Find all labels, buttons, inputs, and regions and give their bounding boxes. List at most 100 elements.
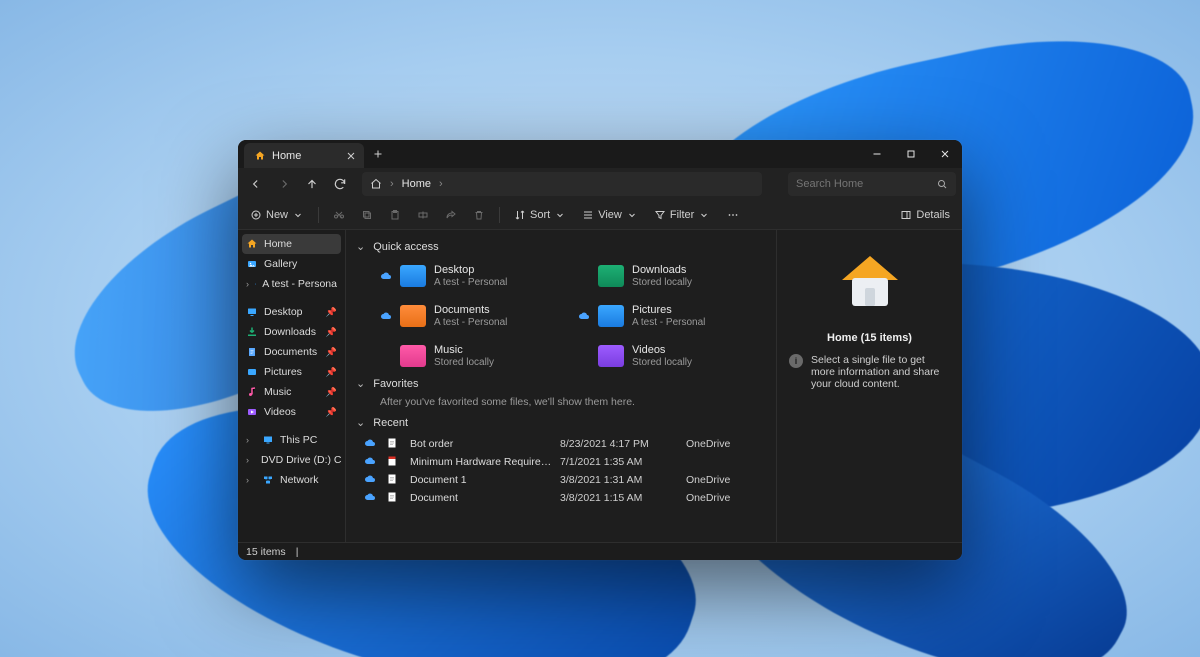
details-title: Home (15 items) [827, 332, 912, 344]
chevron-down-icon [626, 209, 638, 221]
sidebar-item-label: Pictures [264, 366, 302, 378]
sidebar-item-thispc[interactable]: ›This PC [238, 430, 345, 450]
toolbar-separator [499, 207, 500, 223]
arrow-up-icon [305, 177, 319, 191]
filter-button[interactable]: Filter [648, 204, 716, 226]
cut-button[interactable] [327, 204, 351, 226]
close-window-button[interactable] [928, 140, 962, 168]
chevron-right-icon: › [246, 279, 249, 289]
quick-access-name: Videos [632, 344, 692, 357]
folder-icon [598, 345, 624, 367]
tab-close-button[interactable] [344, 149, 358, 163]
sidebar-item-pictures[interactable]: Pictures📌 [238, 362, 345, 382]
details-hint: i Select a single file to get more infor… [789, 354, 950, 390]
pin-icon: 📌 [326, 347, 337, 358]
maximize-button[interactable] [894, 140, 928, 168]
recent-row[interactable]: Document3/8/2021 1:15 AMOneDrive [364, 489, 766, 507]
home-icon [246, 238, 258, 250]
sidebar-item-dvd[interactable]: ›DVD Drive (D:) C [238, 450, 345, 470]
chevron-down-icon [554, 209, 566, 221]
close-icon [939, 148, 951, 160]
quick-access-item[interactable]: DownloadsStored locally [578, 259, 758, 293]
recent-date: 7/1/2021 1:35 AM [560, 456, 680, 468]
breadcrumb[interactable]: › Home › [362, 172, 762, 196]
content: ⌄ Quick access DesktopA test - Personal D… [346, 230, 776, 542]
back-button[interactable] [244, 172, 268, 196]
recent-row[interactable]: Bot order8/23/2021 4:17 PMOneDrive [364, 435, 766, 453]
delete-button[interactable] [467, 204, 491, 226]
tab-home[interactable]: Home [244, 143, 364, 168]
recent-list: Bot order8/23/2021 4:17 PMOneDriveMinimu… [364, 435, 766, 507]
sidebar-item-music[interactable]: Music📌 [238, 382, 345, 402]
rename-icon [417, 209, 429, 221]
minimize-icon [871, 148, 883, 160]
sidebar-item-onedrive[interactable]: › A test - Persona [238, 274, 345, 294]
videos-icon [246, 406, 258, 418]
paste-icon [389, 209, 401, 221]
refresh-icon [333, 177, 347, 191]
sort-icon [514, 209, 526, 221]
share-button[interactable] [439, 204, 463, 226]
chevron-right-icon: › [390, 178, 394, 190]
search-box[interactable] [788, 172, 956, 196]
recent-row[interactable]: Document 13/8/2021 1:31 AMOneDrive [364, 471, 766, 489]
sidebar-item-label: Desktop [264, 306, 303, 318]
copy-button[interactable] [355, 204, 379, 226]
refresh-button[interactable] [328, 172, 352, 196]
sidebar-item-desktop[interactable]: Desktop📌 [238, 302, 345, 322]
up-button[interactable] [300, 172, 324, 196]
forward-button[interactable] [272, 172, 296, 196]
status-count: 15 items [246, 546, 286, 558]
details-pane-toggle[interactable]: Details [894, 204, 956, 226]
pin-icon: 📌 [326, 387, 337, 398]
sidebar-item-home[interactable]: Home [242, 234, 341, 254]
breadcrumb-item[interactable]: Home [402, 178, 431, 190]
recent-row[interactable]: Minimum Hardware Requirements for Win...… [364, 453, 766, 471]
cloud-sync-icon [364, 473, 380, 488]
quick-access-item[interactable]: VideosStored locally [578, 339, 758, 373]
chevron-down-icon [292, 209, 304, 221]
new-button[interactable]: New [244, 204, 310, 226]
section-label: Favorites [373, 378, 418, 390]
recent-date: 3/8/2021 1:15 AM [560, 492, 680, 504]
search-input[interactable] [796, 178, 936, 190]
sort-button[interactable]: Sort [508, 204, 572, 226]
sidebar-item-documents[interactable]: Documents📌 [238, 342, 345, 362]
section-recent[interactable]: ⌄ Recent [356, 416, 766, 429]
quick-access-item[interactable]: MusicStored locally [380, 339, 560, 373]
chevron-down-icon [698, 209, 710, 221]
recent-date: 3/8/2021 1:31 AM [560, 474, 680, 486]
view-icon [582, 209, 594, 221]
cloud-icon [255, 278, 256, 290]
chevron-down-icon: ⌄ [356, 240, 365, 253]
quick-access-sub: A test - Personal [434, 277, 507, 289]
rename-button[interactable] [411, 204, 435, 226]
filter-label: Filter [670, 209, 694, 221]
status-separator: | [296, 546, 299, 558]
sidebar-item-network[interactable]: ›Network [238, 470, 345, 490]
section-favorites[interactable]: ⌄ Favorites [356, 377, 766, 390]
new-tab-button[interactable] [364, 140, 392, 168]
quick-access-item[interactable]: DesktopA test - Personal [380, 259, 560, 293]
network-icon [262, 474, 274, 486]
music-icon [246, 386, 258, 398]
minimize-button[interactable] [860, 140, 894, 168]
quick-access-item[interactable]: PicturesA test - Personal [578, 299, 758, 333]
chevron-right-icon: › [246, 475, 256, 485]
recent-location: OneDrive [686, 474, 766, 486]
file-explorer-window: Home › Home › [238, 140, 962, 560]
sidebar-item-videos[interactable]: Videos📌 [238, 402, 345, 422]
sidebar-item-downloads[interactable]: Downloads📌 [238, 322, 345, 342]
quick-access-item[interactable]: DocumentsA test - Personal [380, 299, 560, 333]
sidebar-item-gallery[interactable]: Gallery [238, 254, 345, 274]
more-button[interactable] [720, 204, 746, 226]
sidebar-item-label: Gallery [264, 258, 297, 270]
view-button[interactable]: View [576, 204, 644, 226]
body: Home Gallery › A test - Persona Desktop📌… [238, 230, 962, 542]
navbar: › Home › [238, 168, 962, 200]
paste-button[interactable] [383, 204, 407, 226]
search-icon [936, 178, 948, 190]
file-icon [386, 437, 404, 452]
section-quick-access[interactable]: ⌄ Quick access [356, 240, 766, 253]
trash-icon [473, 209, 485, 221]
